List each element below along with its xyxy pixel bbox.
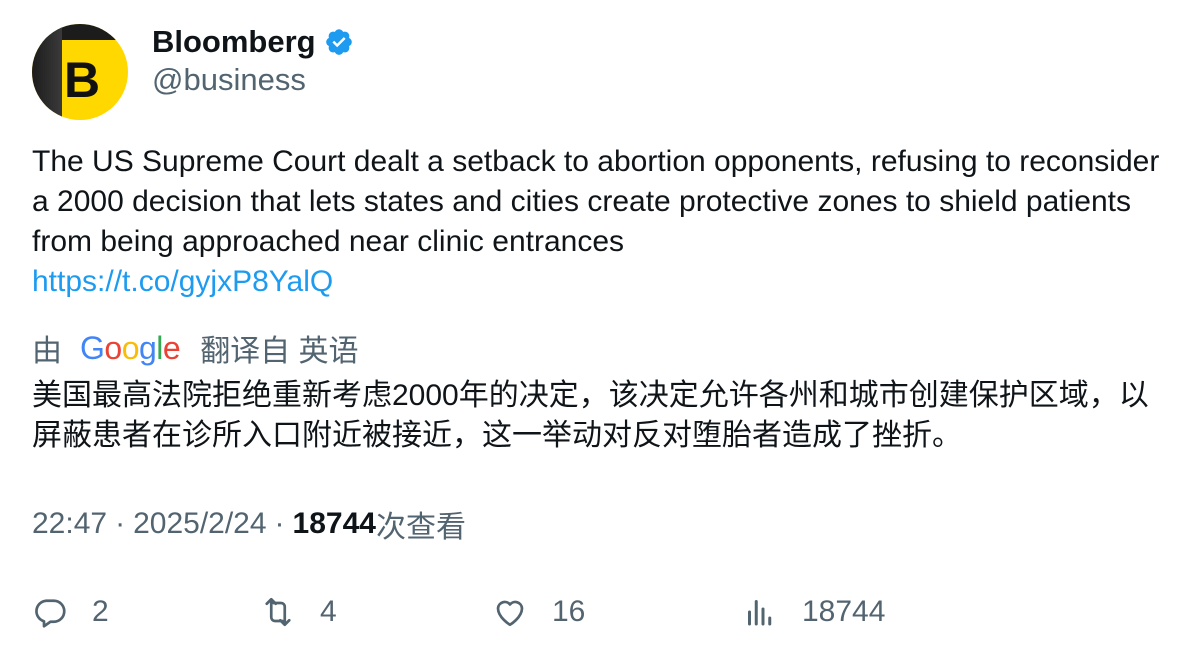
views-count: 18744 [292,507,376,540]
analytics-icon [748,600,772,626]
views-label: 次查看 [375,511,466,544]
reply-button[interactable]: 2 [32,590,109,634]
reply-count: 2 [92,595,109,628]
translation-suffix: 翻译自 英语 [200,335,359,368]
meta-separator: · [115,507,126,540]
views-button[interactable]: 18744 [742,590,885,634]
reply-icon [35,599,66,628]
retweet-icon [265,597,291,627]
translation-attribution[interactable]: 由 Google 翻译自 英语 [32,328,359,369]
google-logo: Google [80,329,181,366]
tweet-time[interactable]: 22:47 [32,507,107,541]
verified-badge-icon [325,29,352,55]
tweet-card: B Bloomberg @business The US Supreme Cou… [0,0,1196,658]
tweet-link[interactable]: https://t.co/gyjxP8YalQ [32,262,1172,302]
translation-prefix: 由 [32,335,62,368]
like-count: 16 [552,595,586,628]
like-button[interactable]: 16 [492,590,585,634]
tweet-date[interactable]: 2025/2/24 [133,507,266,541]
tweet-body: The US Supreme Court dealt a setback to … [32,145,1160,258]
tweet-text: The US Supreme Court dealt a setback to … [32,142,1172,302]
action-bar: 2 4 16 18744 [32,590,1172,634]
meta-separator: · [274,507,285,540]
heart-icon [496,600,524,627]
avatar[interactable]: B [32,24,128,120]
avatar-letter: B [64,52,101,108]
author-handle[interactable]: @business [152,62,306,98]
view-count: 18744 [802,595,886,628]
retweet-button[interactable]: 4 [260,590,337,634]
translated-text: 美国最高法院拒绝重新考虑2000年的决定，该决定允许各州和城市创建保护区域，以屏… [32,379,1149,452]
retweet-count: 4 [320,595,337,628]
author-name-row: Bloomberg [152,22,354,62]
tweet-meta: 22:47 · 2025/2/24 · 18744 次查看 [32,504,466,544]
display-name[interactable]: Bloomberg [152,24,316,60]
